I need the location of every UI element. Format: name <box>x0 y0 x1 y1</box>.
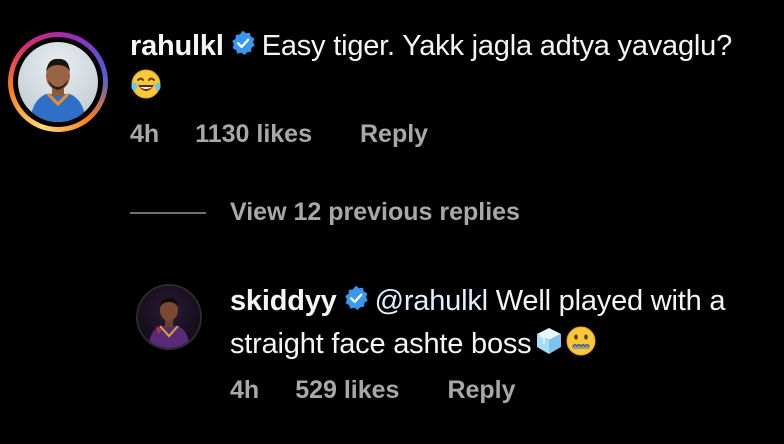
replies-divider <box>130 211 206 214</box>
likes-count[interactable]: 1130 likes <box>195 120 312 149</box>
comment-meta: 4h 529 likes Reply <box>230 376 516 405</box>
reply-button[interactable]: Reply <box>447 376 515 405</box>
avatar-border <box>13 37 103 127</box>
timestamp: 4h <box>130 120 160 148</box>
zipper-mouth-emoji <box>565 325 597 369</box>
comment-body: skiddyy @rahulkl Well played with a strai… <box>230 280 784 369</box>
avatar-story-ring[interactable] <box>8 32 108 132</box>
comment-meta: 4h 1130 likes Reply <box>130 120 428 149</box>
view-replies-label: View 12 previous replies <box>230 198 520 226</box>
avatar-border <box>138 286 200 348</box>
timestamp: 4h <box>230 376 260 404</box>
mention-link[interactable]: @rahulkl <box>375 285 488 317</box>
reply-button[interactable]: Reply <box>360 120 428 149</box>
avatar[interactable] <box>18 42 98 122</box>
laughing-tears-emoji <box>130 68 162 111</box>
comment-body: rahulkl Easy tiger. Yakk jagla adtya yava… <box>130 26 750 111</box>
comment-skiddyy: skiddyy @rahulkl Well played with a strai… <box>0 260 784 444</box>
avatar-ring[interactable] <box>136 284 202 350</box>
avatar-person-icon <box>30 58 86 122</box>
comment-rahulkl: rahulkl Easy tiger. Yakk jagla adtya yava… <box>0 0 784 180</box>
avatar-person-icon <box>148 297 190 348</box>
likes-count[interactable]: 529 likes <box>295 376 399 405</box>
ice-cube-emoji <box>531 323 565 369</box>
username[interactable]: rahulkl <box>130 30 224 62</box>
comment-text: Easy tiger. Yakk jagla adtya yavaglu? <box>261 30 733 62</box>
username[interactable]: skiddyy <box>230 285 337 317</box>
verified-badge-icon <box>230 27 256 67</box>
avatar[interactable] <box>138 286 200 348</box>
verified-badge-icon <box>343 281 369 323</box>
view-previous-replies-button[interactable]: View 12 previous replies <box>130 198 520 227</box>
